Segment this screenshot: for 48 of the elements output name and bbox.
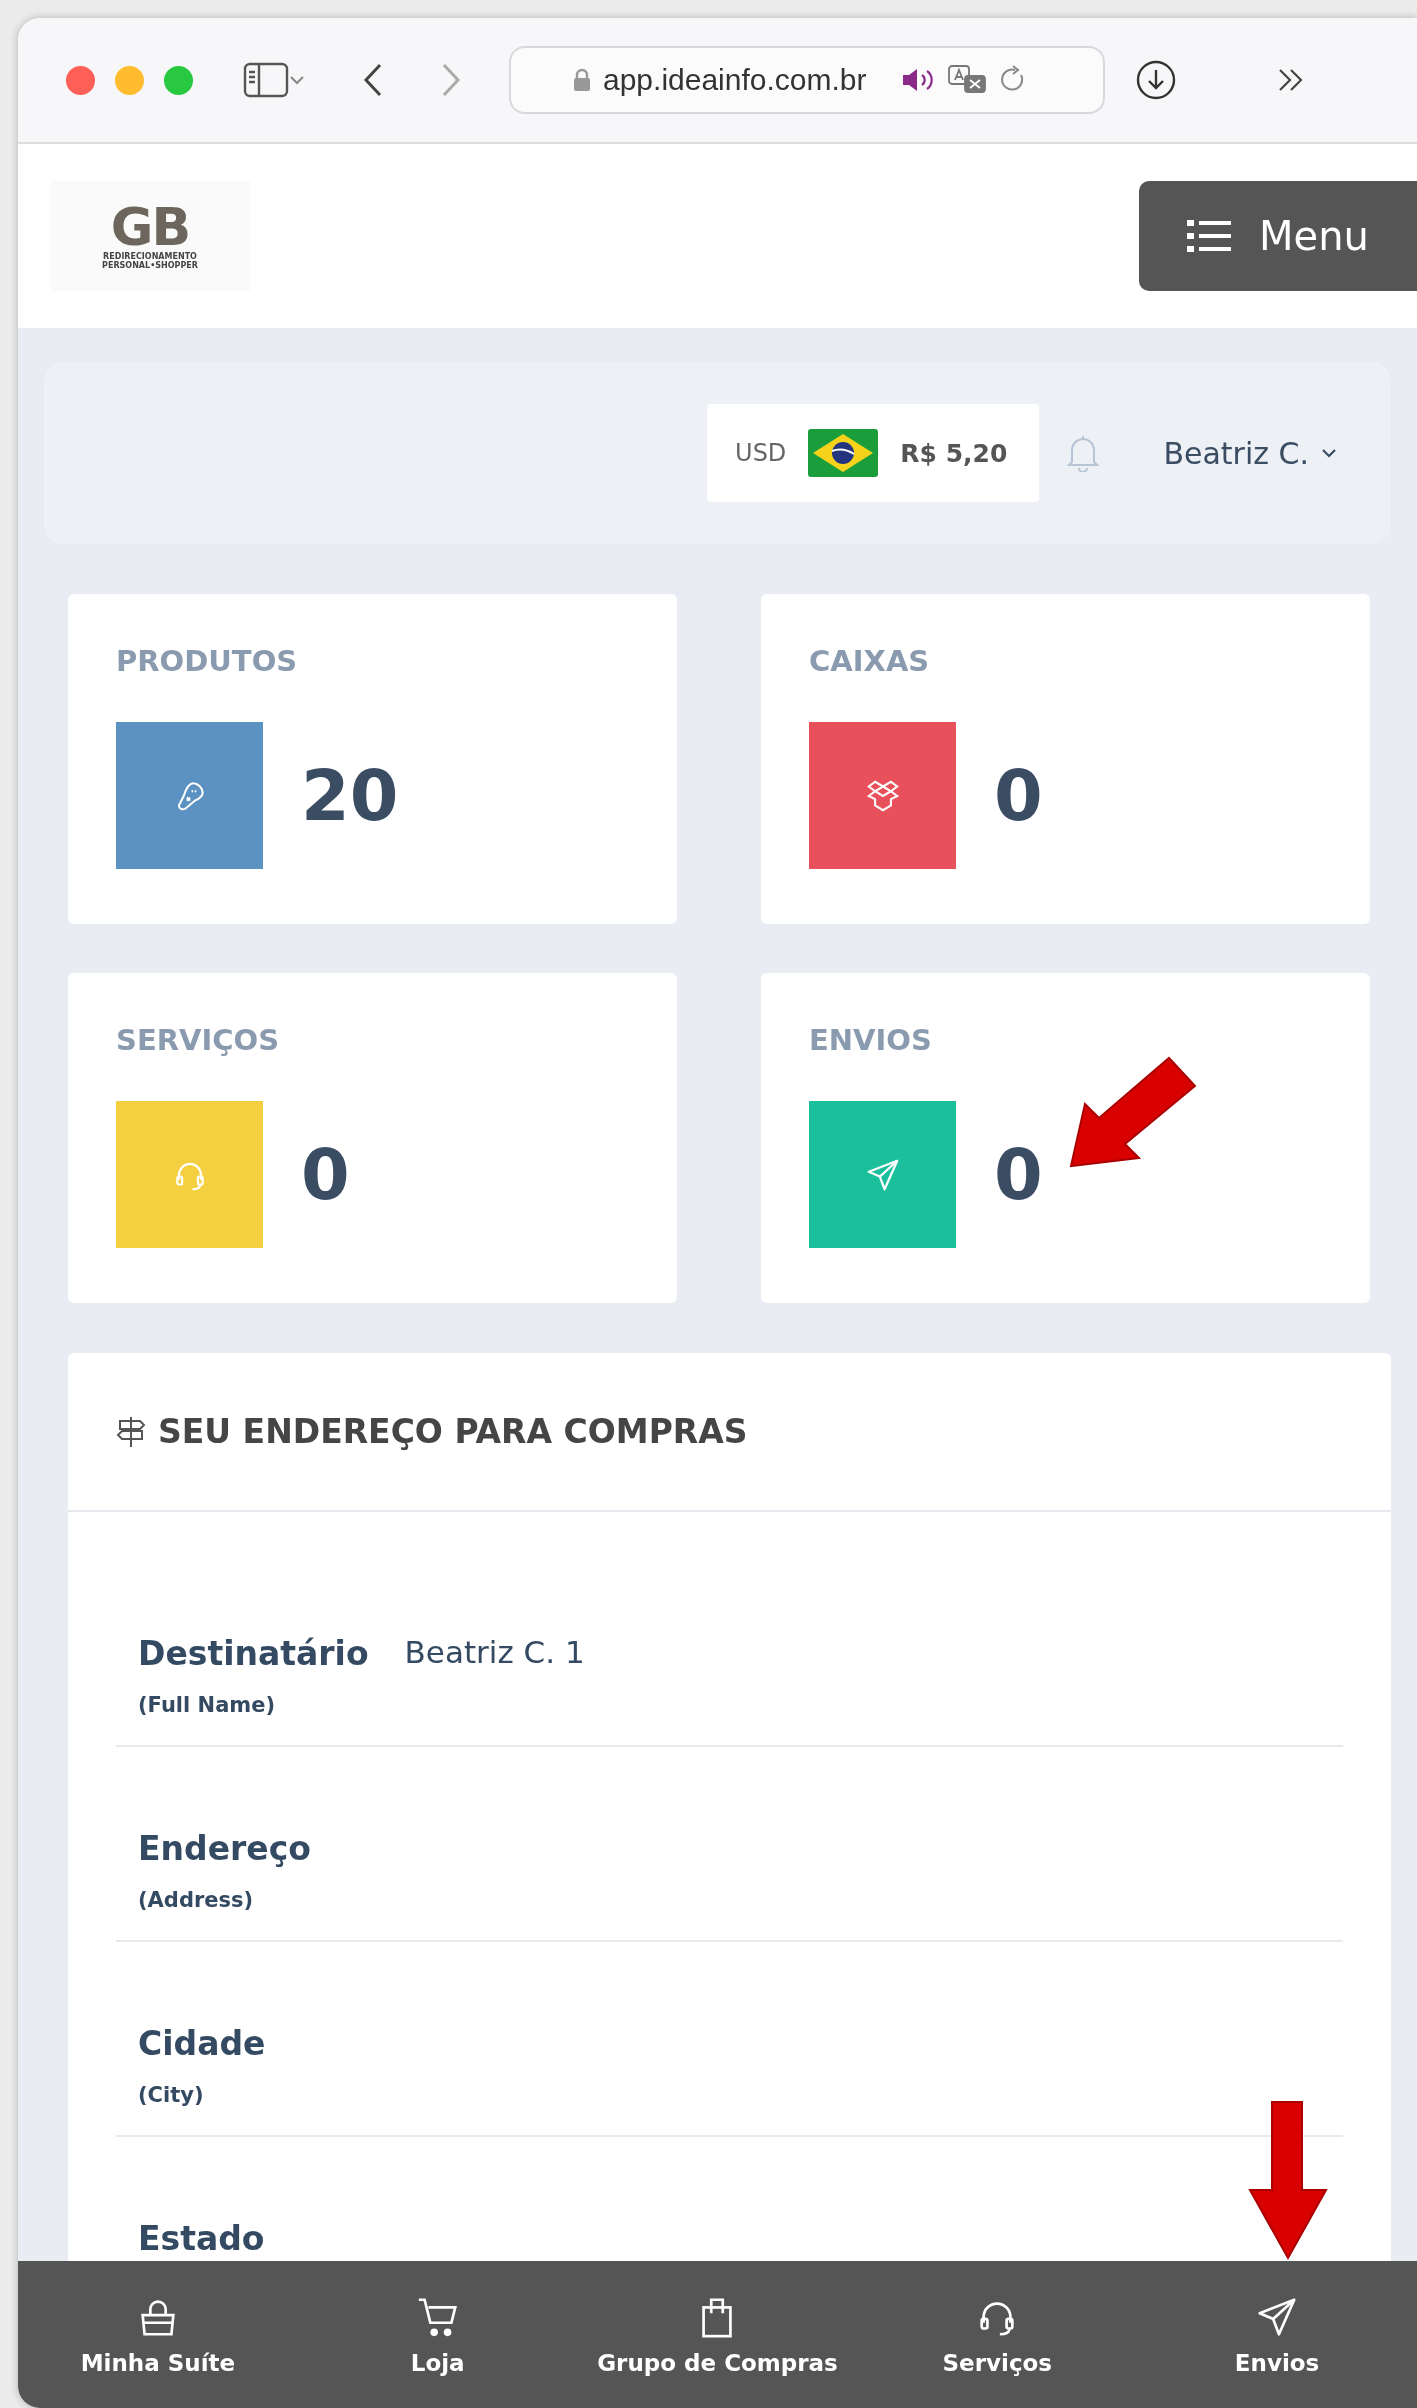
url-text: app.ideainfo.com.br	[603, 63, 867, 97]
download-icon[interactable]	[1135, 59, 1177, 101]
stat-card[interactable]: CAIXAS 0	[761, 594, 1370, 924]
exchange-rate: R$ 5,20	[900, 438, 1008, 468]
currency-widget[interactable]: USD R$ 5,20	[707, 404, 1040, 502]
field-label: Endereço	[138, 1829, 312, 1868]
stat-card[interactable]: ENVIOS 0	[761, 973, 1370, 1303]
stat-card[interactable]: PRODUTOS 20	[68, 594, 677, 924]
field-label: Estado	[138, 2219, 266, 2258]
speaker-icon[interactable]	[900, 67, 935, 93]
nav-tab[interactable]: Envios	[1137, 2261, 1417, 2408]
field-sublabel: (City)	[138, 2083, 205, 2107]
sidebar-icon[interactable]	[243, 62, 289, 98]
stat-value: 0	[301, 1133, 350, 1216]
stat-label: PRODUTOS	[116, 644, 299, 678]
stat-label: CAIXAS	[809, 644, 931, 678]
field-label: Cidade	[138, 2024, 267, 2063]
field-sublabel: (Address)	[138, 1888, 255, 1912]
more-icon[interactable]	[1277, 67, 1305, 93]
stat-value: 0	[994, 1133, 1043, 1216]
lock-icon	[573, 68, 591, 92]
user-menu[interactable]: Beatriz C.	[1163, 435, 1337, 471]
field-label: Destinatário	[138, 1634, 369, 1673]
zoom-window-button[interactable]	[164, 65, 193, 95]
field-value: Beatriz C. 1	[404, 1634, 585, 1670]
menu-button[interactable]: Menu	[1139, 181, 1417, 291]
nav-tab[interactable]: Minha Suíte	[18, 2261, 298, 2408]
close-window-button[interactable]	[66, 65, 95, 95]
menu-icon	[1187, 218, 1232, 254]
translate-icon[interactable]	[946, 64, 987, 96]
flag-icon	[808, 429, 879, 477]
nav-tab[interactable]: Loja	[297, 2261, 578, 2408]
nav-tab[interactable]: Serviços	[857, 2261, 1138, 2408]
address-bar[interactable]: app.ideainfo.com.br	[509, 46, 1105, 114]
stat-value: 20	[301, 754, 399, 837]
stat-label: SERVIÇOS	[116, 1023, 281, 1057]
chevron-down-icon[interactable]	[289, 75, 305, 85]
section-title: SEU ENDEREÇO PARA COMPRAS	[158, 1412, 748, 1451]
stat-card[interactable]: SERVIÇOS 0	[68, 973, 677, 1303]
stat-value: 0	[994, 754, 1043, 837]
chevron-down-icon	[1321, 448, 1337, 458]
stat-label: ENVIOS	[809, 1023, 933, 1057]
currency-code: USD	[735, 439, 787, 467]
nav-tab[interactable]: Grupo de Compras	[577, 2261, 858, 2408]
field-sublabel: (Full Name)	[138, 1693, 277, 1717]
signpost-icon	[116, 1414, 146, 1449]
forward-icon[interactable]	[441, 63, 461, 97]
back-icon[interactable]	[363, 63, 383, 97]
